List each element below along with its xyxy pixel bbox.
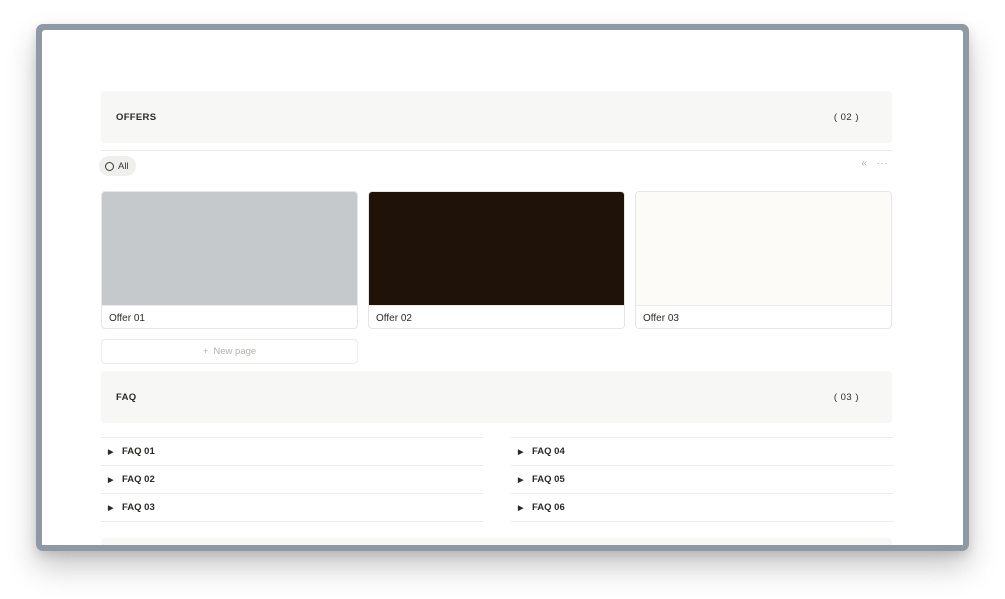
faq-label: FAQ 03 [122,502,155,513]
new-page-label: New page [213,346,257,357]
faq-toggle[interactable]: ▶ FAQ 01 [101,437,483,465]
offer-card[interactable]: Offer 01 [101,191,358,329]
offers-count: ( 02 ) [833,111,859,123]
faq-label: FAQ 01 [122,446,155,457]
faq-title: FAQ [116,391,137,403]
view-tab-all[interactable]: All [99,156,136,176]
offer-card[interactable]: Offer 02 [368,191,625,329]
view-tab-label: All [118,160,129,172]
triangle-right-icon: ▶ [518,448,524,456]
offer-card-cover [369,192,624,305]
faq-label: FAQ 06 [532,502,565,513]
faq-count: ( 03 ) [833,391,859,403]
faq-label: FAQ 04 [532,446,565,457]
faq-label: FAQ 02 [122,474,155,485]
faq-toggle[interactable]: ▶ FAQ 06 [511,493,893,522]
offer-card-title: Offer 02 [369,305,624,328]
faq-toggle[interactable]: ▶ FAQ 03 [101,493,483,522]
offer-card-title: Offer 03 [636,305,891,328]
offer-card[interactable]: Offer 03 [635,191,892,329]
page-window: OFFERS ( 02 ) All « ··· Offer 01 Offer 0… [42,30,963,545]
faq-section-header: FAQ ( 03 ) [101,371,892,423]
offer-card-title: Offer 01 [102,305,357,328]
faq-toggle[interactable]: ▶ FAQ 04 [511,437,893,465]
faq-toggle[interactable]: ▶ FAQ 05 [511,465,893,493]
triangle-right-icon: ▶ [108,476,114,484]
offer-card-cover [102,192,357,305]
browser-window-frame: OFFERS ( 02 ) All « ··· Offer 01 Offer 0… [36,24,969,551]
triangle-right-icon: ▶ [518,476,524,484]
triangle-right-icon: ▶ [108,448,114,456]
database-view-bar: All « ··· [99,156,892,178]
view-actions: « ··· [861,158,888,169]
circle-icon [105,161,114,171]
faq-column-left: ▶ FAQ 01 ▶ FAQ 02 ▶ FAQ 03 [101,437,483,522]
faq-label: FAQ 05 [532,474,565,485]
triangle-right-icon: ▶ [108,504,114,512]
plus-icon: + [202,346,209,357]
new-page-button[interactable]: + New page [101,339,358,364]
triangle-right-icon: ▶ [518,504,524,512]
more-options-icon[interactable]: ··· [877,158,889,169]
faq-column-right: ▶ FAQ 04 ▶ FAQ 05 ▶ FAQ 06 [511,437,893,522]
divider [101,150,892,151]
offers-title: OFFERS [116,111,157,123]
collapse-icon[interactable]: « [861,158,867,169]
offers-section-header: OFFERS ( 02 ) [101,91,892,143]
offer-card-cover [636,192,891,305]
faq-toggle[interactable]: ▶ FAQ 02 [101,465,483,493]
next-section-header [101,538,892,545]
